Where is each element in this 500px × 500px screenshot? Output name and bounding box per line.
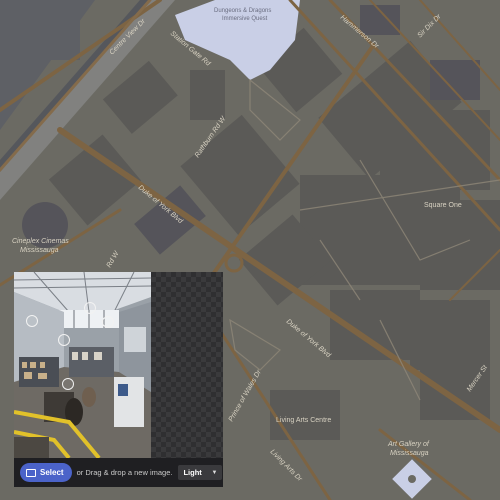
transparent-area (151, 272, 223, 458)
image-icon (26, 468, 36, 477)
label-cineplex-2: Mississauga (20, 247, 59, 254)
theme-select[interactable]: Light ▼ (178, 465, 223, 480)
image-viewer-panel: Select or Drag & drop a new image. Light… (14, 272, 223, 487)
hotspot-marker-1[interactable] (26, 315, 38, 327)
select-button-label: Select (40, 468, 64, 477)
label-square-one: Square One (424, 202, 462, 209)
label-art-gallery-2: Mississauga (390, 450, 429, 457)
theme-select-value: Light (183, 468, 202, 477)
label-poi-1: Dungeons & Dragons (214, 8, 271, 14)
label-cineplex: Cineplex Cinemas (12, 238, 69, 245)
hotspot-marker-5[interactable] (62, 378, 74, 390)
hotspot-marker-2[interactable] (84, 302, 96, 314)
hotspot-marker-4[interactable] (58, 334, 70, 346)
select-image-button[interactable]: Select (20, 463, 72, 482)
drag-drop-hint: or Drag & drop a new image. (76, 468, 173, 477)
label-living-arts-centre: Living Arts Centre (276, 417, 331, 424)
panorama-photo[interactable] (14, 272, 151, 458)
label-art-gallery: Art Gallery of (387, 441, 430, 448)
hotspot-marker-3[interactable] (102, 316, 114, 328)
label-poi-2: Immersive Quest (222, 16, 268, 22)
chevron-down-icon: ▼ (211, 469, 218, 476)
workshop-photo-image (14, 272, 151, 458)
viewer-toolbar: Select or Drag & drop a new image. Light… (14, 458, 223, 487)
